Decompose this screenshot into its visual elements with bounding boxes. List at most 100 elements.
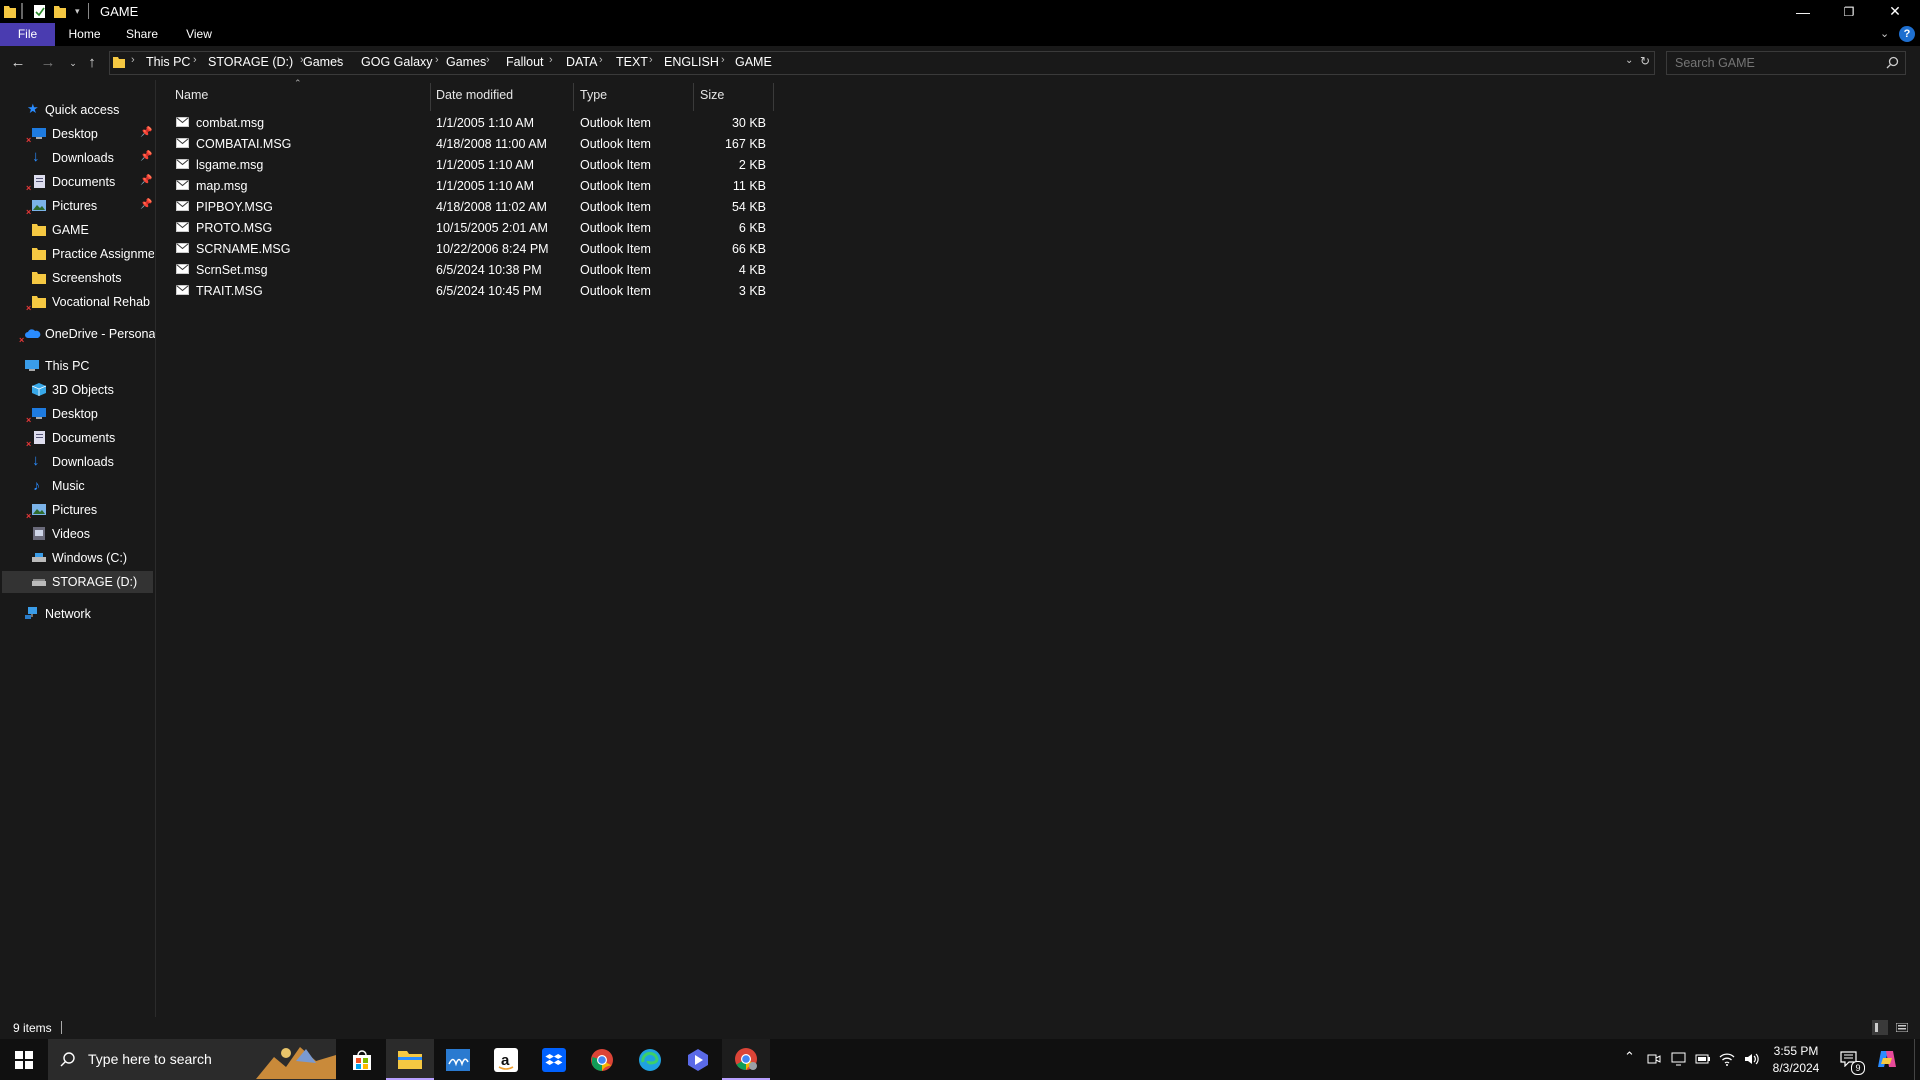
column-header-name[interactable]: Name	[175, 88, 208, 102]
column-resize-handle[interactable]	[573, 83, 574, 111]
nav-pc-documents[interactable]: × Documents	[0, 427, 155, 449]
breadcrumb-separator-icon[interactable]: ›	[193, 54, 197, 66]
table-row[interactable]: TRAIT.MSG 6/5/2024 10:45 PM Outlook Item…	[176, 281, 766, 302]
column-resize-handle[interactable]	[430, 83, 431, 111]
start-button[interactable]	[0, 1039, 48, 1080]
breadcrumb-separator-icon[interactable]: ›	[721, 54, 725, 66]
taskbar-store[interactable]	[338, 1039, 386, 1080]
taskbar-edge[interactable]	[626, 1039, 674, 1080]
nav-quick-documents[interactable]: × Documents 📌	[0, 171, 155, 193]
taskbar-amazon[interactable]: a	[482, 1039, 530, 1080]
wifi-icon[interactable]	[1719, 1051, 1735, 1067]
taskbar-myp-app[interactable]	[434, 1039, 482, 1080]
column-header-type[interactable]: Type	[580, 88, 607, 102]
recent-locations-chevron-icon[interactable]: ⌄	[63, 54, 83, 72]
nav-network[interactable]: Network	[0, 603, 155, 625]
copilot-icon[interactable]	[1877, 1049, 1897, 1069]
nav-pc-downloads[interactable]: ↓ Downloads	[0, 451, 155, 473]
nav-pc-3d-objects[interactable]: 3D Objects	[0, 379, 155, 401]
nav-this-pc[interactable]: This PC	[0, 355, 155, 377]
nav-pc-desktop[interactable]: × Desktop	[0, 403, 155, 425]
taskbar-chrome[interactable]	[578, 1039, 626, 1080]
table-row[interactable]: PIPBOY.MSG 4/18/2008 11:02 AM Outlook It…	[176, 197, 766, 218]
properties-icon[interactable]	[33, 3, 47, 19]
breadcrumb-storage[interactable]: STORAGE (D:)	[208, 55, 293, 69]
display-icon[interactable]	[1671, 1052, 1686, 1066]
expand-ribbon-icon[interactable]: ⌄	[1880, 27, 1889, 40]
tab-share[interactable]: Share	[120, 23, 164, 46]
breadcrumb-separator-icon[interactable]: ›	[649, 54, 653, 66]
breadcrumb-separator-icon[interactable]: ›	[337, 54, 341, 66]
breadcrumb-this-pc[interactable]: This PC	[146, 55, 190, 69]
pin-icon[interactable]: 📌	[140, 199, 152, 210]
nav-quick-access[interactable]: ★ Quick access	[0, 99, 155, 121]
nav-pc-music[interactable]: ♪ Music	[0, 475, 155, 497]
nav-quick-desktop[interactable]: × Desktop 📌	[0, 123, 155, 145]
nav-onedrive[interactable]: × OneDrive - Personal	[0, 323, 158, 345]
clock-time[interactable]: 3:55 PM	[1770, 1044, 1822, 1058]
search-icon[interactable]	[1886, 56, 1899, 69]
table-row[interactable]: PROTO.MSG 10/15/2005 2:01 AM Outlook Ite…	[176, 218, 766, 239]
breadcrumb-separator-icon[interactable]: ›	[131, 54, 135, 66]
breadcrumb-separator-icon[interactable]: ›	[549, 54, 553, 66]
pin-icon[interactable]: 📌	[140, 127, 152, 138]
table-row[interactable]: map.msg 1/1/2005 1:10 AM Outlook Item 11…	[176, 176, 766, 197]
new-folder-icon[interactable]	[53, 3, 67, 19]
taskbar-search-box[interactable]: Type here to search	[48, 1039, 336, 1080]
column-header-size[interactable]: Size	[700, 88, 724, 102]
nav-pc-pictures[interactable]: × Pictures	[0, 499, 155, 521]
breadcrumb-separator-icon[interactable]: ›	[486, 54, 490, 66]
back-arrow-icon[interactable]: ←	[8, 54, 28, 72]
table-row[interactable]: lsgame.msg 1/1/2005 1:10 AM Outlook Item…	[176, 155, 766, 176]
customize-toolbar-icon[interactable]: ▾	[75, 6, 80, 22]
nav-quick-pictures[interactable]: × Pictures 📌	[0, 195, 155, 217]
table-row[interactable]: COMBATAI.MSG 4/18/2008 11:00 AM Outlook …	[176, 134, 766, 155]
volume-icon[interactable]	[1743, 1051, 1759, 1067]
show-hidden-icons-chevron-icon[interactable]: ⌃	[1624, 1049, 1635, 1065]
column-header-date[interactable]: Date modified	[436, 88, 513, 102]
close-button[interactable]: ✕	[1872, 0, 1918, 23]
minimize-button[interactable]: —	[1780, 0, 1826, 23]
nav-quick-screenshots[interactable]: Screenshots	[0, 267, 155, 289]
breadcrumb-data[interactable]: DATA	[566, 55, 597, 69]
column-resize-handle[interactable]	[773, 83, 774, 111]
breadcrumb-game[interactable]: GAME	[735, 55, 772, 69]
help-icon[interactable]: ?	[1899, 26, 1915, 42]
tab-view[interactable]: View	[177, 23, 221, 46]
breadcrumb-separator-icon[interactable]: ›	[599, 54, 603, 66]
nav-quick-game[interactable]: GAME	[0, 219, 155, 241]
refresh-icon[interactable]: ↻	[1640, 54, 1650, 68]
meet-now-icon[interactable]	[1647, 1052, 1661, 1066]
search-box[interactable]	[1666, 51, 1906, 75]
large-icons-view-button[interactable]	[1894, 1020, 1910, 1035]
taskbar-media-app[interactable]	[674, 1039, 722, 1080]
tab-file[interactable]: File	[0, 23, 55, 46]
battery-icon[interactable]	[1695, 1053, 1711, 1065]
clock-date[interactable]: 8/3/2024	[1770, 1061, 1822, 1075]
address-history-chevron-icon[interactable]: ⌄	[1625, 55, 1633, 66]
breadcrumb-fallout[interactable]: Fallout	[506, 55, 544, 69]
nav-pc-windows-c[interactable]: Windows (C:)	[0, 547, 155, 569]
breadcrumb-gog-galaxy[interactable]: GOG Galaxy	[361, 55, 433, 69]
nav-pc-storage-d[interactable]: STORAGE (D:)	[2, 571, 153, 593]
table-row[interactable]: combat.msg 1/1/2005 1:10 AM Outlook Item…	[176, 113, 766, 134]
address-bar[interactable]: › This PC › STORAGE (D:) › Games › GOG G…	[109, 51, 1655, 75]
taskbar-chrome-profile[interactable]	[722, 1039, 770, 1080]
column-resize-handle[interactable]	[693, 83, 694, 111]
table-row[interactable]: SCRNAME.MSG 10/22/2006 8:24 PM Outlook I…	[176, 239, 766, 260]
pin-icon[interactable]: 📌	[140, 151, 152, 162]
search-input[interactable]	[1673, 54, 1877, 72]
nav-pc-videos[interactable]: Videos	[0, 523, 155, 545]
pin-icon[interactable]: 📌	[140, 175, 152, 186]
nav-quick-downloads[interactable]: ↓ Downloads 📌	[0, 147, 155, 169]
show-desktop-button[interactable]	[1914, 1039, 1920, 1080]
taskbar-file-explorer[interactable]	[386, 1039, 434, 1080]
breadcrumb-text[interactable]: TEXT	[616, 55, 648, 69]
breadcrumb-english[interactable]: ENGLISH	[664, 55, 719, 69]
table-row[interactable]: ScrnSet.msg 6/5/2024 10:38 PM Outlook It…	[176, 260, 766, 281]
breadcrumb-games-2[interactable]: Games	[446, 55, 486, 69]
forward-arrow-icon[interactable]: →	[38, 54, 58, 72]
breadcrumb-separator-icon[interactable]: ›	[435, 54, 439, 66]
nav-quick-practice-assignment[interactable]: Practice Assignmen	[0, 243, 155, 265]
nav-quick-vocational-rehab[interactable]: × Vocational Rehab	[0, 291, 155, 313]
